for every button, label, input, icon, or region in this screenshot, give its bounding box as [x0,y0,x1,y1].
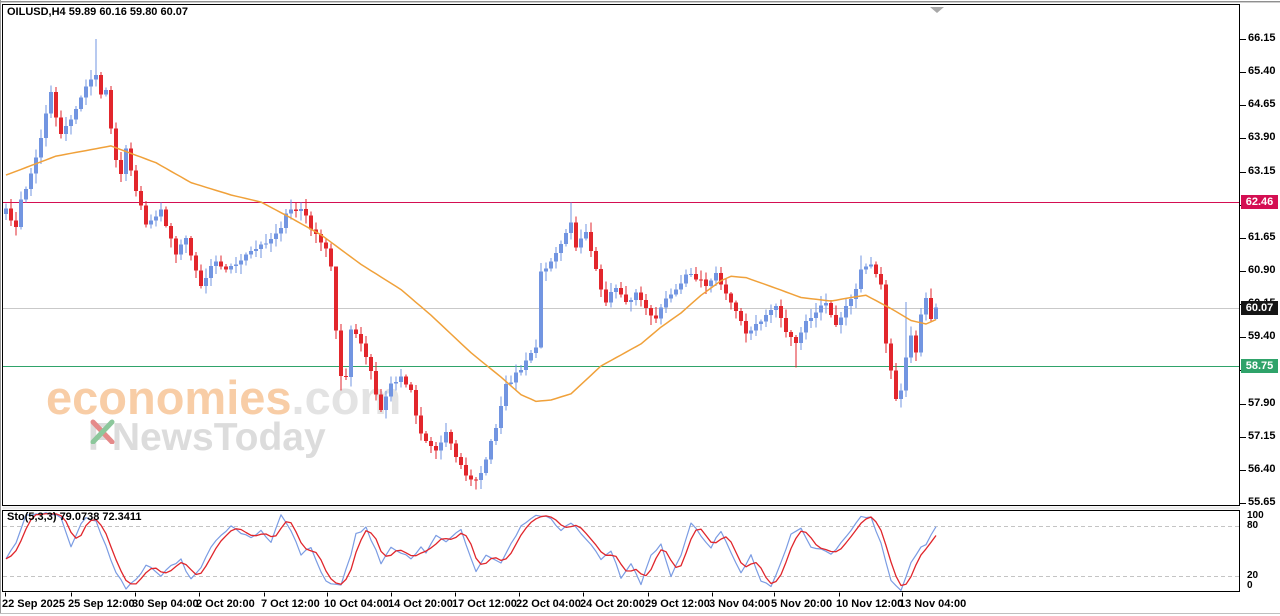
mt4-chart-window: economies.com FNewsToday OILUSD,H4 59.89… [0,0,1280,616]
price-axis[interactable] [1241,4,1280,592]
main-chart-area[interactable] [2,4,1240,506]
stochastic-panel[interactable] [2,510,1240,592]
panel-splitter[interactable] [2,506,1240,510]
time-axis[interactable] [2,592,1240,613]
